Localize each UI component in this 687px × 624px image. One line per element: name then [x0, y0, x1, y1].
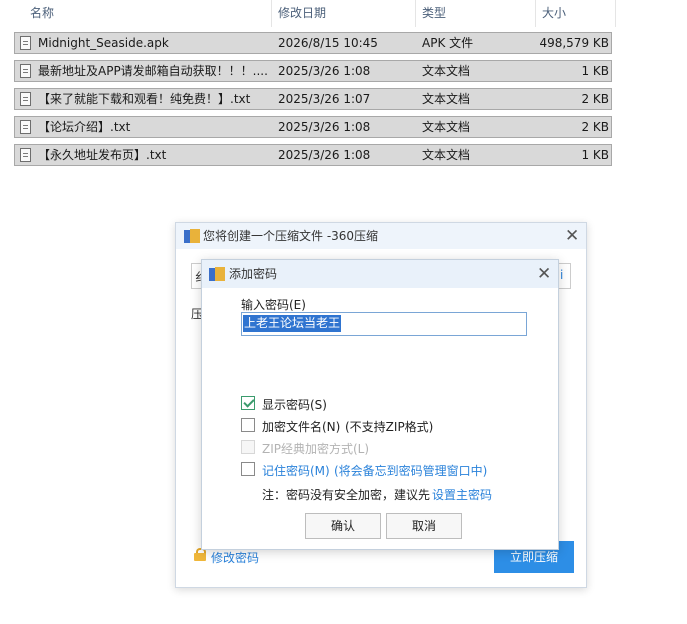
close-icon[interactable]: ✕: [565, 227, 579, 245]
file-list-header: ^ 名称 修改日期 类型 大小: [0, 0, 616, 27]
file-date: 2026/8/15 10:45: [278, 36, 378, 50]
file-icon: [20, 120, 31, 134]
encrypt-filenames-label[interactable]: 加密文件名(N): [262, 418, 340, 435]
file-date: 2025/3/26 1:07: [278, 92, 371, 106]
zip-classic-checkbox: [241, 440, 255, 454]
browse-fragment[interactable]: i: [560, 268, 563, 282]
remember-password-label[interactable]: 记住密码(M): [262, 462, 330, 479]
column-type[interactable]: 类型: [422, 0, 446, 27]
archive-app-icon: [184, 229, 200, 243]
column-divider[interactable]: [271, 0, 272, 27]
add-password-dialog: 添加密码 ✕ 输入密码(E) 上老王论坛当老王 显示密码(S) 加密文件名(N)…: [201, 259, 559, 550]
remember-password-note: (将会备忘到密码管理窗口中): [334, 464, 488, 478]
file-icon: [20, 36, 31, 50]
file-row[interactable]: 最新地址及APP请发邮箱自动获取！！！.... 2025/3/26 1:08 文…: [14, 60, 612, 82]
column-divider[interactable]: [415, 0, 416, 27]
modify-password-link[interactable]: 修改密码: [211, 549, 259, 566]
zip-classic-label: ZIP经典加密方式(L): [262, 442, 370, 456]
set-master-password-link[interactable]: 设置主密码: [432, 486, 492, 503]
file-name: 【永久地址发布页】.txt: [38, 148, 167, 162]
confirm-button[interactable]: 确认: [305, 513, 381, 539]
file-size: 2 KB: [581, 92, 609, 106]
file-date: 2025/3/26 1:08: [278, 148, 371, 162]
remember-password-checkbox[interactable]: [241, 462, 255, 476]
security-note: 注：密码没有安全加密，建议先: [262, 488, 431, 502]
add-password-titlebar[interactable]: 添加密码 ✕: [202, 260, 558, 288]
password-value: 上老王论坛当老王: [243, 315, 342, 332]
close-icon[interactable]: ✕: [537, 265, 551, 283]
show-password-label[interactable]: 显示密码(S): [262, 396, 327, 413]
file-name: 【论坛介绍】.txt: [38, 120, 131, 134]
file-size: 1 KB: [581, 64, 609, 78]
file-name: 最新地址及APP请发邮箱自动获取！！！....: [38, 64, 268, 78]
file-type: 文本文档: [422, 148, 471, 162]
create-archive-title: 您将创建一个压缩文件 -360压缩: [203, 229, 379, 243]
file-row[interactable]: 【来了就能下载和观看！纯免费！】.txt 2025/3/26 1:07 文本文档…: [14, 88, 612, 110]
column-date[interactable]: 修改日期: [278, 0, 326, 27]
add-password-title: 添加密码: [229, 267, 278, 281]
column-divider[interactable]: [615, 0, 616, 27]
file-date: 2025/3/26 1:08: [278, 120, 371, 134]
file-row[interactable]: Midnight_Seaside.apk 2026/8/15 10:45 APK…: [14, 32, 612, 54]
file-size: 2 KB: [581, 120, 609, 134]
column-size[interactable]: 大小: [542, 0, 566, 27]
file-row[interactable]: 【论坛介绍】.txt 2025/3/26 1:08 文本文档 2 KB: [14, 116, 612, 138]
file-type: APK 文件: [422, 36, 474, 50]
file-row[interactable]: 【永久地址发布页】.txt 2025/3/26 1:08 文本文档 1 KB: [14, 144, 612, 166]
encrypt-filenames-note: (不支持ZIP格式): [345, 420, 434, 434]
sort-caret-icon: ^: [142, 0, 150, 7]
file-icon: [20, 148, 31, 162]
file-type: 文本文档: [422, 92, 471, 106]
archive-app-icon: [209, 267, 225, 281]
password-input[interactable]: 上老王论坛当老王: [241, 312, 527, 336]
file-name: Midnight_Seaside.apk: [38, 36, 169, 50]
file-icon: [20, 92, 31, 106]
show-password-checkbox[interactable]: [241, 396, 255, 410]
column-divider[interactable]: [535, 0, 536, 27]
create-archive-titlebar[interactable]: 您将创建一个压缩文件 -360压缩 ✕: [176, 223, 586, 249]
encrypt-filenames-checkbox[interactable]: [241, 418, 255, 432]
file-name: 【来了就能下载和观看！纯免费！】.txt: [38, 92, 251, 106]
file-date: 2025/3/26 1:08: [278, 64, 371, 78]
cancel-button[interactable]: 取消: [386, 513, 462, 539]
file-type: 文本文档: [422, 64, 471, 78]
file-type: 文本文档: [422, 120, 471, 134]
file-size: 498,579 KB: [539, 36, 609, 50]
password-input-label: 输入密码(E): [241, 298, 306, 312]
file-icon: [20, 64, 31, 78]
column-name[interactable]: 名称: [30, 0, 54, 27]
file-size: 1 KB: [581, 148, 609, 162]
